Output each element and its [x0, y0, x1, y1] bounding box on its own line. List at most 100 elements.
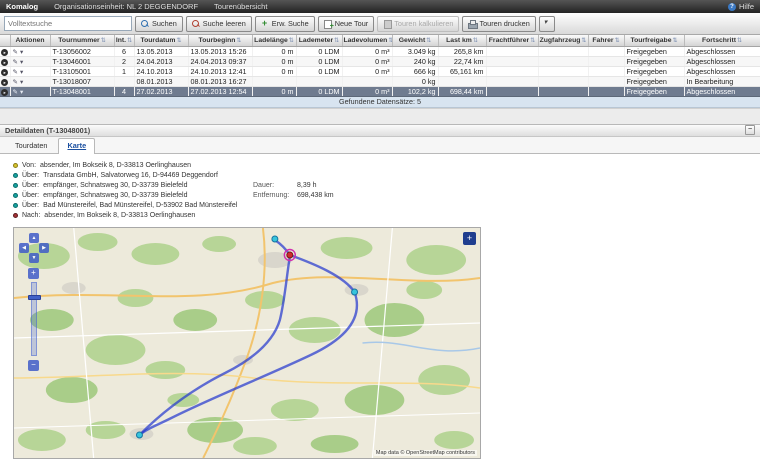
column-header[interactable]: Aktionen — [10, 35, 50, 46]
toolbar-button-label: Neue Tour — [335, 19, 369, 28]
help-label[interactable]: Hilfe — [739, 2, 754, 11]
sort-icon[interactable]: ⇅ — [289, 38, 294, 44]
duration-label: Dauer: — [253, 182, 297, 189]
toolbar-button-touren-drucken[interactable]: Touren drucken — [462, 16, 535, 32]
column-header[interactable]: Tourfreigabe⇅ — [624, 35, 684, 46]
table-row[interactable]: ▸✎▾T-13048001427.02.201327.02.2013 12:54… — [0, 86, 760, 96]
zoom-slider-handle[interactable] — [28, 295, 41, 300]
sort-icon[interactable]: ⇅ — [426, 38, 431, 44]
table-cell: Freigegeben — [624, 86, 684, 96]
table-cell: 13.05.2013 — [134, 46, 188, 56]
row-menu-icon[interactable]: ▾ — [20, 69, 23, 76]
caret-icon — [543, 20, 551, 28]
help-area[interactable]: ? Hilfe — [728, 2, 754, 11]
table-cell: 13.05.2013 15:26 — [188, 46, 252, 56]
tab-karte[interactable]: Karte — [58, 138, 95, 154]
map-pan-control[interactable]: ▲ ◀ ▶ ▼ — [19, 233, 49, 263]
column-header[interactable]: Tournummer⇅ — [50, 35, 114, 46]
column-header[interactable]: Fahrer⇅ — [588, 35, 624, 46]
table-header-row: AktionenTournummer⇅Int.⇅Tourdatum⇅Tourbe… — [0, 35, 760, 46]
table-cell: Freigegeben — [624, 76, 684, 86]
column-header[interactable]: Int.⇅ — [114, 35, 134, 46]
sort-icon[interactable]: ⇅ — [737, 38, 742, 44]
zoom-in-button[interactable]: + — [28, 268, 39, 279]
edit-icon[interactable]: ✎ — [13, 89, 18, 96]
table-row[interactable]: ▸✎▾T-13105001124.10.201324.10.2013 12:41… — [0, 66, 760, 76]
menubar-item[interactable]: Tourenübersicht — [214, 2, 267, 11]
clear-icon — [192, 20, 200, 28]
column-header[interactable]: Fortschritt⇅ — [684, 35, 760, 46]
collapse-panel-icon[interactable]: − — [745, 125, 755, 135]
expand-row-icon[interactable]: ▸ — [1, 79, 8, 86]
column-header[interactable]: Frachtführer⇅ — [486, 35, 538, 46]
column-header[interactable]: Zugfahrzeug⇅ — [538, 35, 588, 46]
toolbar-button-erw-suche[interactable]: Erw. Suche — [255, 16, 315, 32]
zoom-out-button[interactable]: − — [28, 360, 39, 371]
help-icon[interactable]: ? — [728, 3, 736, 11]
expand-row-icon[interactable]: ▸ — [1, 59, 8, 66]
map[interactable]: ▲ ◀ ▶ ▼ + − + Map data © OpenStreetMap c… — [13, 227, 481, 459]
map-marker-destination[interactable] — [287, 252, 293, 258]
column-header[interactable]: Tourbeginn⇅ — [188, 35, 252, 46]
sort-icon[interactable]: ⇅ — [101, 38, 106, 44]
table-cell: T-13056002 — [50, 46, 114, 56]
fulltext-search-input[interactable] — [4, 16, 132, 31]
layer-switcher-button[interactable]: + — [463, 232, 476, 245]
toolbar-button-neue-tour[interactable]: Neue Tour — [318, 16, 375, 32]
row-menu-icon[interactable]: ▾ — [20, 59, 23, 66]
map-marker-stop[interactable] — [136, 432, 142, 438]
map-marker-stop[interactable] — [352, 289, 358, 295]
column-header[interactable]: Ladelänge⇅ — [252, 35, 296, 46]
table-cell — [588, 46, 624, 56]
pan-down-icon[interactable]: ▼ — [29, 253, 39, 263]
map-canvas[interactable] — [14, 228, 480, 458]
toolbar-button-touren-kalkulieren[interactable]: Touren kalkulieren — [377, 16, 459, 32]
edit-icon[interactable]: ✎ — [13, 69, 18, 76]
sort-icon[interactable]: ⇅ — [581, 38, 586, 44]
sort-icon[interactable]: ⇅ — [334, 38, 339, 44]
row-menu-icon[interactable]: ▾ — [20, 89, 23, 96]
expand-row-icon[interactable]: ▸ — [1, 89, 8, 96]
sort-icon[interactable]: ⇅ — [473, 38, 478, 44]
edit-icon[interactable]: ✎ — [13, 59, 18, 66]
edit-icon[interactable]: ✎ — [13, 79, 18, 86]
edit-icon[interactable]: ✎ — [13, 49, 18, 56]
sort-icon[interactable]: ⇅ — [236, 38, 241, 44]
column-header[interactable]: Last km⇅ — [438, 35, 486, 46]
sort-icon[interactable]: ⇅ — [176, 38, 181, 44]
column-header[interactable]: Lademeter⇅ — [296, 35, 342, 46]
toolbar-button-suchen[interactable]: Suchen — [135, 16, 183, 32]
zoom-slider[interactable] — [31, 282, 37, 356]
toolbar-button-suche-leeren[interactable]: Suche leeren — [186, 16, 252, 32]
column-header[interactable]: Ladevolumen⇅ — [342, 35, 392, 46]
expand-row-icon[interactable]: ▸ — [1, 69, 8, 76]
table-row[interactable]: ▸✎▾T-13046001224.04.201324.04.2013 09:37… — [0, 56, 760, 66]
sort-icon[interactable]: ⇅ — [530, 38, 535, 44]
column-header[interactable]: Gewicht⇅ — [392, 35, 438, 46]
sort-icon[interactable]: ⇅ — [388, 38, 392, 44]
table-row[interactable]: ▸✎▾T-1301800708.01.201308.01.2013 16:270… — [0, 76, 760, 86]
sort-icon[interactable]: ⇅ — [673, 38, 678, 44]
map-marker-stop[interactable] — [272, 236, 278, 242]
actions-cell: ✎▾ — [10, 76, 50, 86]
tab-tourdaten[interactable]: Tourdaten — [6, 138, 56, 153]
table-cell: 0 m — [252, 46, 296, 56]
menubar-item[interactable]: Organisationseinheit: NL 2 DEGGENDORF — [54, 2, 198, 11]
row-menu-icon[interactable]: ▾ — [20, 79, 23, 86]
stop-address: Bad Münstereifel, Bad Münstereifel, D-53… — [43, 202, 237, 209]
row-menu-icon[interactable]: ▾ — [20, 49, 23, 56]
pan-up-icon[interactable]: ▲ — [29, 233, 39, 243]
table-row[interactable]: ▸✎▾T-13056002613.05.201313.05.2013 15:26… — [0, 46, 760, 56]
table-cell: In Bearbeitung — [684, 76, 760, 86]
menubar-item[interactable]: Komalog — [6, 2, 38, 11]
result-count: Gefundene Datensätze: 5 — [0, 96, 760, 107]
expand-row-icon[interactable]: ▸ — [1, 49, 8, 56]
table-cell: Abgeschlossen — [684, 46, 760, 56]
sort-icon[interactable]: ⇅ — [127, 38, 132, 44]
pan-right-icon[interactable]: ▶ — [39, 243, 49, 253]
toolbar-button-drucken-optionen[interactable] — [539, 16, 555, 32]
pan-left-icon[interactable]: ◀ — [19, 243, 29, 253]
column-header[interactable]: Tourdatum⇅ — [134, 35, 188, 46]
stop-type: Von: — [22, 162, 36, 169]
sort-icon[interactable]: ⇅ — [615, 38, 620, 44]
